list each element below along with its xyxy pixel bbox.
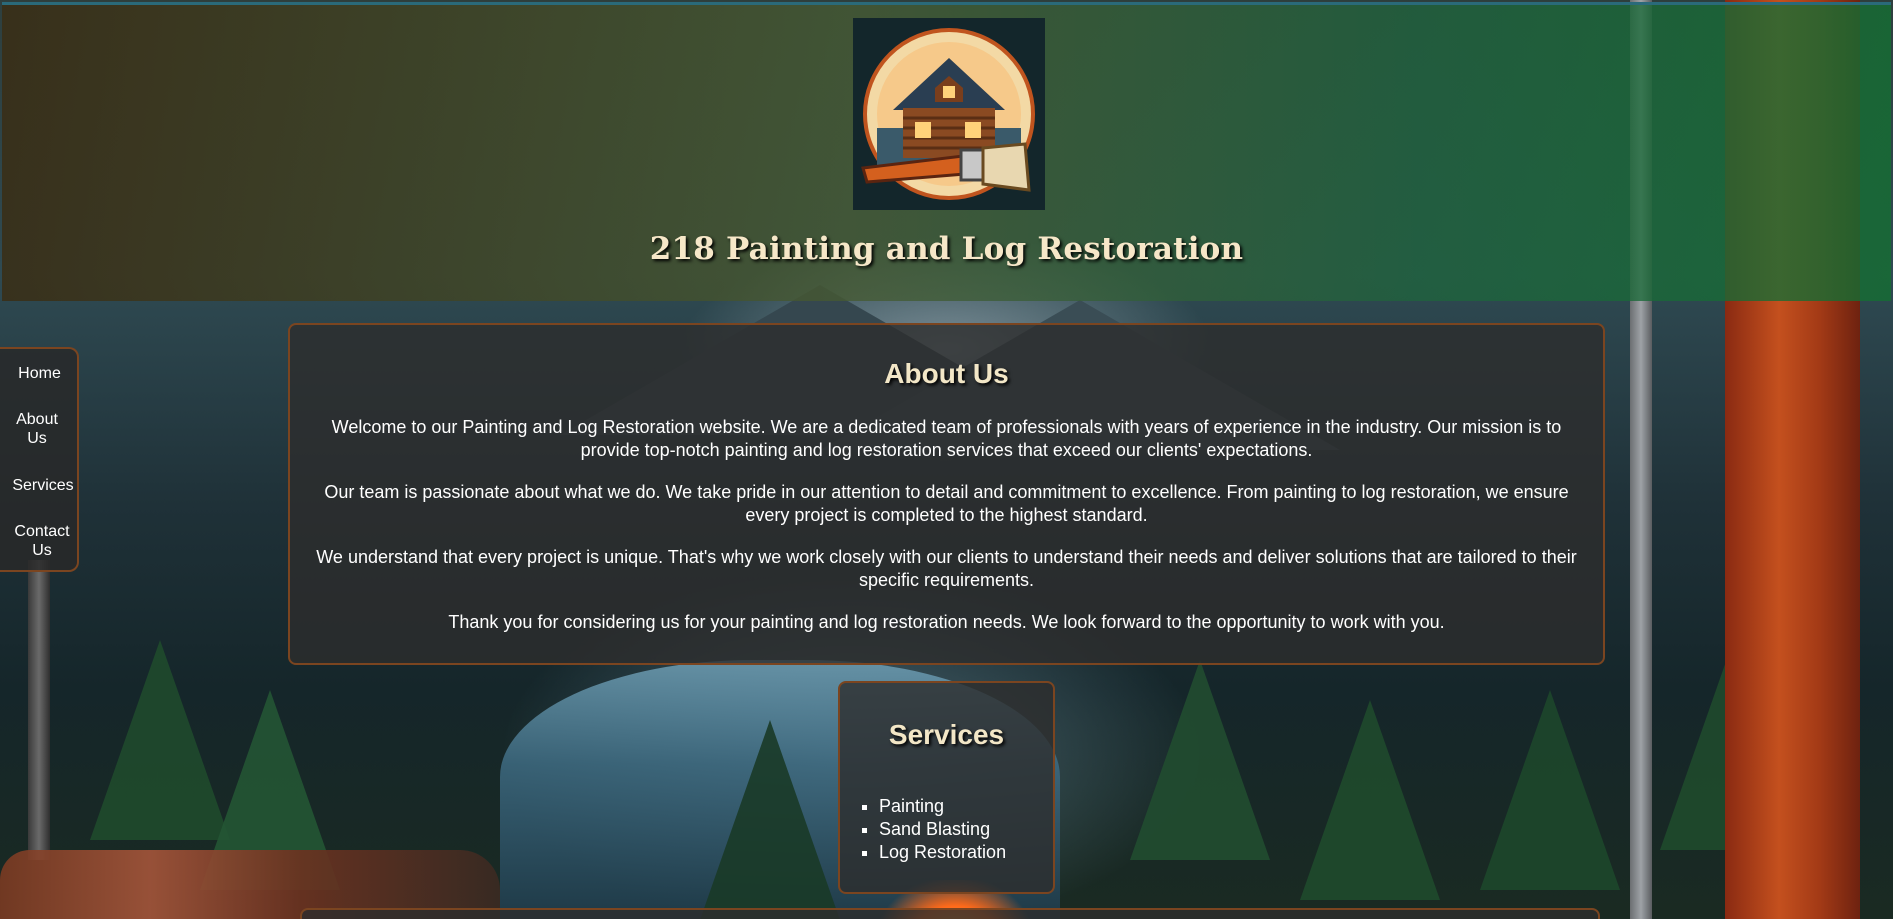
pine-tree	[1480, 690, 1620, 890]
services-list: Painting Sand Blasting Log Restoration	[879, 795, 1006, 864]
list-item: Sand Blasting	[879, 818, 1006, 841]
services-heading: Services	[888, 719, 1005, 750]
pine-tree	[1660, 650, 1800, 850]
site-header: 218 Painting and Log Restoration	[2, 2, 1891, 301]
nav-item-about-us[interactable]: About Us	[0, 410, 74, 448]
services-section: Services Painting Sand Blasting Log Rest…	[838, 681, 1055, 894]
nav-item-contact-us[interactable]: Contact Us	[0, 522, 84, 560]
pine-tree	[90, 640, 230, 840]
about-paragraph: We understand that every project is uniq…	[316, 547, 1577, 590]
about-us-section: About Us Welcome to our Painting and Log…	[288, 323, 1605, 665]
side-navigation: Home About Us Services Contact Us	[0, 347, 79, 572]
list-item: Painting	[879, 795, 1006, 818]
nav-item-home[interactable]: Home	[0, 364, 79, 383]
pine-tree	[1300, 700, 1440, 900]
pine-tree	[200, 690, 340, 890]
nav-item-services[interactable]: Services	[0, 476, 86, 495]
about-paragraph: Our team is passionate about what we do.…	[324, 482, 1569, 525]
about-paragraph: Welcome to our Painting and Log Restorat…	[331, 417, 1562, 460]
about-us-heading: About Us	[884, 358, 1009, 389]
list-item: Log Restoration	[879, 841, 1006, 864]
about-paragraph: Thank you for considering us for your pa…	[448, 612, 1445, 632]
site-title: 218 Painting and Log Restoration	[649, 231, 1244, 267]
pine-tree	[700, 720, 840, 919]
pine-tree	[1130, 660, 1270, 860]
log-cabin-paintbrush-logo[interactable]	[853, 18, 1045, 210]
next-section-edge	[300, 908, 1600, 919]
logo-icon	[861, 28, 1035, 200]
tree-trunk	[28, 560, 50, 860]
